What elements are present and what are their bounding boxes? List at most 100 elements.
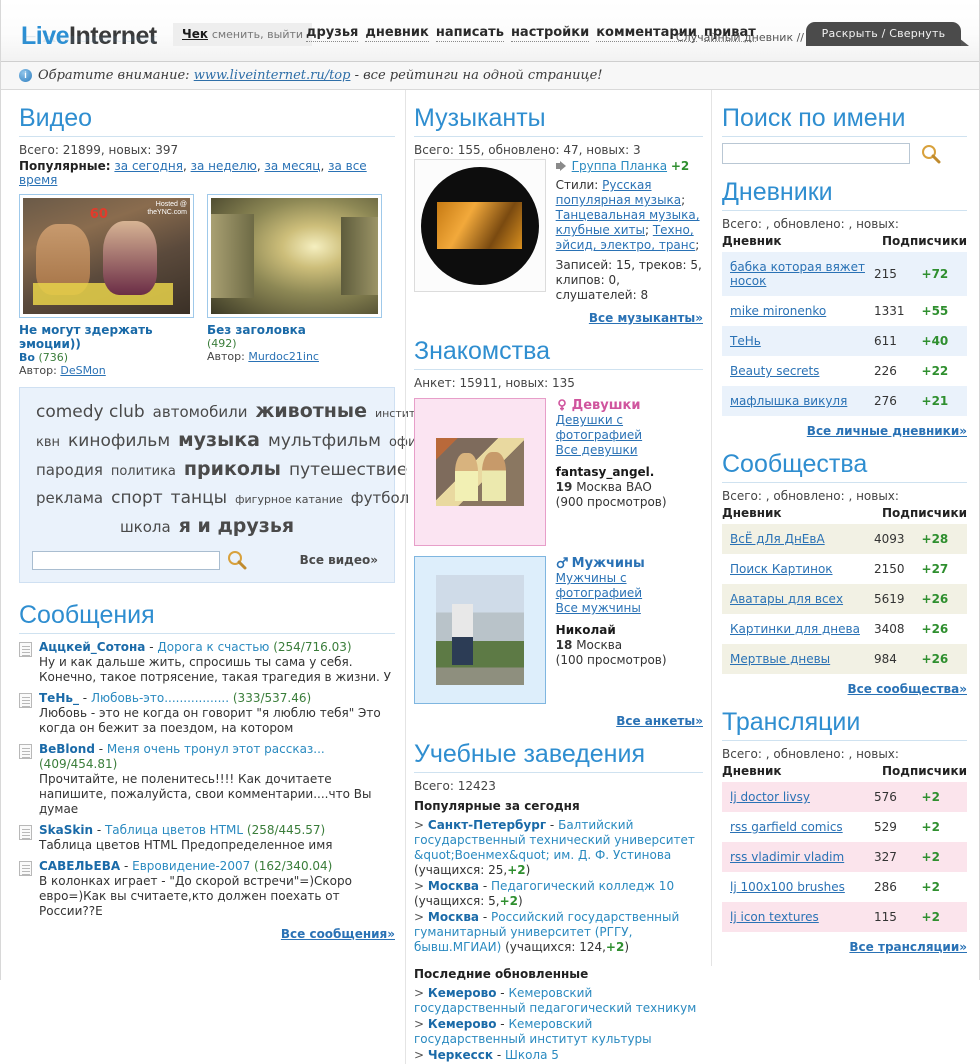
education-item[interactable]: > Санкт-Петербург - Балтийский государст… xyxy=(414,818,703,878)
messages-all-link[interactable]: Все сообщения» xyxy=(281,927,395,941)
broadcast-name-cell[interactable]: rss vladimir vladim xyxy=(722,842,874,872)
tag-prikoly[interactable]: приколы xyxy=(184,458,281,480)
nav-item-friends[interactable]: друзья xyxy=(306,25,359,42)
diary-name-cell[interactable]: ТеНь xyxy=(722,326,874,356)
message-author[interactable]: Аццкей_Сотона xyxy=(39,640,145,654)
video-card[interactable]: 60 Hosted @ theYNC.com Не могут здержать … xyxy=(19,194,194,377)
message-author[interactable]: САВЕЛЬЕВА xyxy=(39,859,120,873)
broadcast-name-cell[interactable]: lj doctor livsy xyxy=(722,782,874,812)
education-item[interactable]: > Кемерово - Кемеровский государственный… xyxy=(414,1017,703,1047)
tag-kinofilm[interactable]: кинофильм xyxy=(68,431,170,451)
education-item[interactable]: > Черкесск - Школа 5 xyxy=(414,1048,703,1063)
dating-all-link[interactable]: Все анкеты» xyxy=(616,714,703,728)
tag-reklama[interactable]: реклама xyxy=(36,489,103,507)
table-row[interactable]: Мертвые дневы 984 +26 xyxy=(722,644,967,674)
nav-item-diary[interactable]: дневник xyxy=(365,25,429,42)
diaries-all-link[interactable]: Все личные дневники» xyxy=(807,424,967,438)
account-actions[interactable]: сменить, выйти xyxy=(212,28,303,41)
message-title[interactable]: Евровидение-2007 xyxy=(132,859,250,873)
table-row[interactable]: ТеНь 611 +40 xyxy=(722,326,967,356)
education-item[interactable]: > Москва - Российский государственный гу… xyxy=(414,910,703,955)
video-popular-week[interactable]: за неделю xyxy=(191,159,257,173)
dating-photo-frame[interactable] xyxy=(414,398,546,546)
education-city[interactable]: Кемерово xyxy=(428,1017,497,1031)
tag-figurnoe-katanie[interactable]: фигурное катание xyxy=(235,493,343,506)
tag-zhivotnye[interactable]: животные xyxy=(255,400,367,422)
musician-thumbnail[interactable] xyxy=(414,159,546,292)
expand-collapse-tab[interactable]: Раскрыть / Свернуть xyxy=(806,22,961,46)
video-search-input[interactable] xyxy=(32,550,220,570)
education-item[interactable]: > Кемерово - Кемеровский государственный… xyxy=(414,986,703,1016)
search-icon[interactable] xyxy=(920,144,942,164)
dating-person-name[interactable]: Николай xyxy=(556,623,703,638)
message-title[interactable]: Таблица цветов HTML xyxy=(105,823,243,837)
diary-name-cell[interactable]: Beauty secrets xyxy=(722,356,874,386)
table-row[interactable]: mike mironenko 1331 +55 xyxy=(722,296,967,326)
education-city[interactable]: Кемерово xyxy=(428,986,497,1000)
community-name-cell[interactable]: Мертвые дневы xyxy=(722,644,874,674)
musicians-all-link[interactable]: Все музыканты» xyxy=(589,311,703,325)
table-row[interactable]: Картинки для днева 3408 +26 xyxy=(722,614,967,644)
dating-link-with-photo[interactable]: Мужчины с фотографией xyxy=(556,571,642,600)
tag-multfilm[interactable]: мультфильм xyxy=(268,431,381,451)
education-item[interactable]: > Москва - Педагогический колледж 10 (уч… xyxy=(414,879,703,909)
table-row[interactable]: rss vladimir vladim 327 +2 xyxy=(722,842,967,872)
message-title[interactable]: Дорога к счастью xyxy=(157,640,269,654)
random-diary-link[interactable]: Случайный дневник // xyxy=(676,31,804,44)
broadcast-name-cell[interactable]: lj icon textures xyxy=(722,902,874,932)
diary-name-cell[interactable]: mike mironenko xyxy=(722,296,874,326)
tag-parodiya[interactable]: пародия xyxy=(36,461,103,479)
message-title[interactable]: Меня очень тронул этот рассказ... xyxy=(107,742,325,756)
broadcasts-all-link[interactable]: Все трансляции» xyxy=(849,940,967,954)
dating-photo-frame[interactable] xyxy=(414,556,546,704)
education-city[interactable]: Москва xyxy=(428,879,479,893)
table-row[interactable]: Аватары для всех 5619 +26 xyxy=(722,584,967,614)
account-box[interactable]: Чек сменить, выйти xyxy=(173,23,313,46)
tag-ya-i-druzya[interactable]: я и друзья xyxy=(179,515,294,537)
tag-kvn[interactable]: квн xyxy=(36,435,60,450)
broadcast-name-cell[interactable]: lj 100x100 brushes xyxy=(722,872,874,902)
table-row[interactable]: Поиск Картинок 2150 +27 xyxy=(722,554,967,584)
tag-muzyka[interactable]: музыка xyxy=(178,429,260,451)
video-author-link[interactable]: Murdoc21inc xyxy=(248,350,319,363)
message-author[interactable]: SkaSkin xyxy=(39,823,93,837)
broadcast-name-cell[interactable]: rss garfield comics xyxy=(722,812,874,842)
education-city[interactable]: Черкесск xyxy=(428,1048,493,1062)
video-card[interactable]: Без заголовка (492) Автор: Murdoc21inc xyxy=(207,194,382,377)
diary-name-cell[interactable]: бабка которая вяжет носок xyxy=(722,252,874,296)
video-thumbnail[interactable] xyxy=(207,194,382,318)
diary-name-cell[interactable]: мафлышка викуля xyxy=(722,386,874,416)
search-icon[interactable] xyxy=(226,550,248,570)
message-item[interactable]: САВЕЛЬЕВА - Евровидение-2007 (162/340.04… xyxy=(19,859,395,919)
community-name-cell[interactable]: Аватары для всех xyxy=(722,584,874,614)
tag-politika[interactable]: политика xyxy=(111,464,176,479)
table-row[interactable]: lj doctor livsy 576 +2 xyxy=(722,782,967,812)
message-title[interactable]: Любовь-это................. xyxy=(91,691,229,705)
video-thumbnail[interactable]: 60 Hosted @ theYNC.com xyxy=(19,194,194,318)
communities-all-link[interactable]: Все сообщества» xyxy=(848,682,967,696)
site-logo[interactable]: LiveInternet xyxy=(21,22,157,51)
education-city[interactable]: Санкт-Петербург xyxy=(428,818,546,832)
video-author-link[interactable]: DeSMon xyxy=(60,364,105,377)
tag-tancy[interactable]: танцы xyxy=(171,488,227,508)
message-author[interactable]: BeBlond xyxy=(39,742,95,756)
message-item[interactable]: ТеНь_ - Любовь-это................. (333… xyxy=(19,691,395,736)
tag-sport[interactable]: спорт xyxy=(111,488,163,508)
dating-link-all[interactable]: Все мужчины xyxy=(556,601,641,615)
dating-link-with-photo[interactable]: Девушки с фотографией xyxy=(556,413,642,442)
table-row[interactable]: rss garfield comics 529 +2 xyxy=(722,812,967,842)
video-all-link[interactable]: Все видео» xyxy=(300,553,378,567)
video-popular-month[interactable]: за месяц xyxy=(264,159,320,173)
message-item[interactable]: Аццкей_Сотона - Дорога к счастью (254/71… xyxy=(19,640,395,685)
tag-futbol[interactable]: футбол xyxy=(351,489,409,507)
table-row[interactable]: lj icon textures 115 +2 xyxy=(722,902,967,932)
musician-name[interactable]: Группа Планка xyxy=(572,159,667,173)
name-search-input[interactable] xyxy=(722,143,910,164)
table-row[interactable]: бабка которая вяжет носок 215 +72 xyxy=(722,252,967,296)
community-name-cell[interactable]: ВсЁ дЛя ДнЕвА xyxy=(722,524,874,554)
table-row[interactable]: lj 100x100 brushes 286 +2 xyxy=(722,872,967,902)
video-title[interactable]: Без заголовка xyxy=(207,323,382,337)
tag-puteshestvie[interactable]: путешествие xyxy=(289,460,407,480)
table-row[interactable]: мафлышка викуля 276 +21 xyxy=(722,386,967,416)
tag-comedy-club[interactable]: comedy club xyxy=(36,402,145,422)
